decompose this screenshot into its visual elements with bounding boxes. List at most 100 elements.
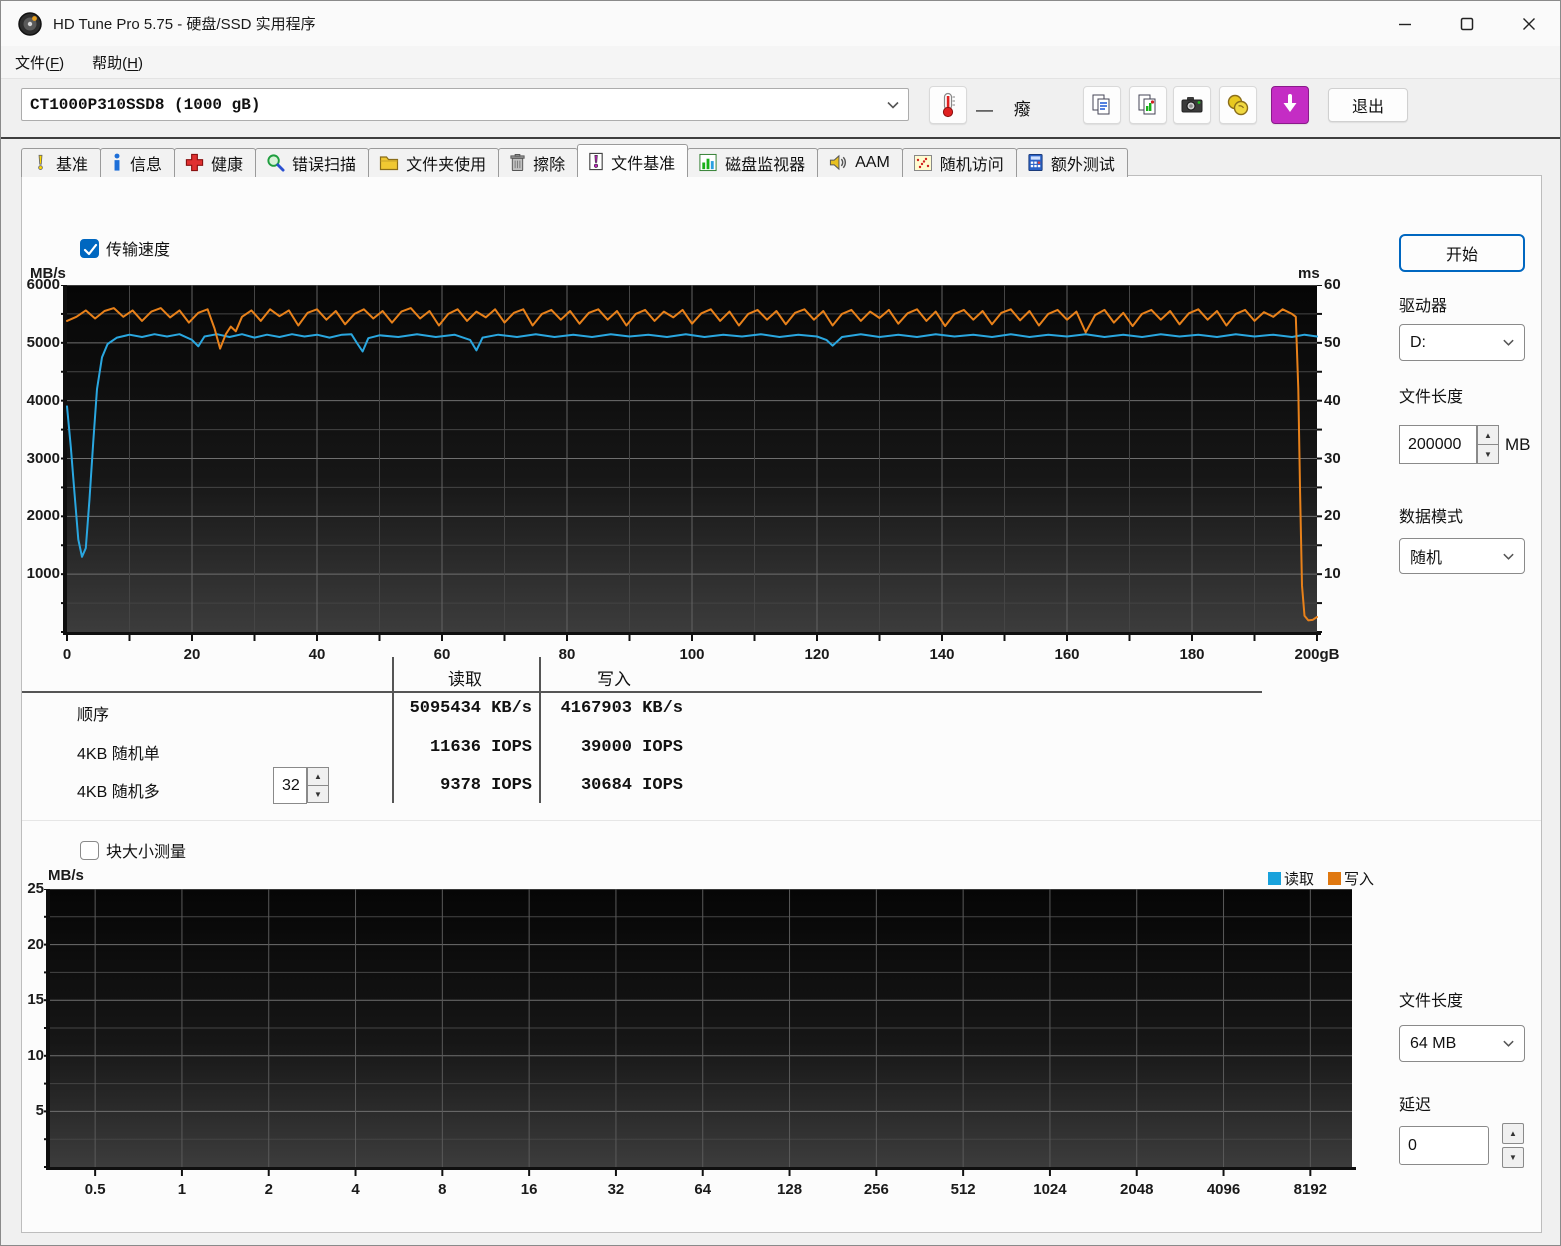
queue-depth-down-button[interactable]: ▼: [307, 785, 329, 803]
download-arrow-icon: [1283, 94, 1297, 112]
legend-write: 写入: [1327, 868, 1374, 889]
tick-label: 2048: [1120, 1181, 1154, 1198]
transfer-right-axis-unit: ms: [1298, 265, 1320, 282]
copy-image-button[interactable]: [1129, 86, 1167, 124]
file-length2-label: 文件长度: [1399, 993, 1464, 1010]
file-length-label: 文件长度: [1399, 389, 1464, 406]
folder-icon: [379, 155, 399, 170]
tick-label: 20: [27, 935, 44, 953]
tab-info[interactable]: 信息: [100, 148, 176, 177]
tab-benchmark[interactable]: 基准: [21, 148, 102, 177]
tab-erase[interactable]: 擦除: [498, 148, 579, 177]
start-button[interactable]: 开始: [1399, 234, 1525, 272]
thermometer-icon: [942, 92, 955, 118]
tick-label: 8192: [1293, 1181, 1328, 1198]
copy-text-icon: [1092, 94, 1110, 115]
magnifier-icon: [267, 154, 285, 172]
tab-extra-tests[interactable]: 额外测试: [1015, 148, 1128, 177]
tab-health[interactable]: 健康: [174, 148, 257, 177]
delay-down-button[interactable]: ▼: [1502, 1147, 1524, 1168]
tick-label: 40: [1324, 391, 1341, 409]
scatter-icon: [913, 154, 932, 171]
legend-read-swatch: [1267, 872, 1281, 885]
maximize-button[interactable]: [1436, 1, 1498, 46]
calculator-icon: [1028, 154, 1043, 171]
blocksize-y-axis-unit: MB/s: [48, 867, 84, 884]
tab-random-access[interactable]: 随机访问: [901, 148, 1017, 177]
results-write-header: 写入: [597, 670, 631, 689]
minimize-icon: [1399, 23, 1411, 25]
delay-input[interactable]: 0: [1399, 1126, 1489, 1165]
copy-image-icon: [1138, 94, 1156, 115]
screenshot-button[interactable]: [1173, 86, 1211, 124]
queue-depth-value: 32: [282, 776, 300, 794]
tick-label: 20: [1324, 507, 1341, 525]
trash-icon: [510, 153, 525, 171]
tick-label: 2: [264, 1181, 273, 1198]
row-4k-single-write: 39000 IOPS: [580, 738, 683, 757]
results-header-rule: [22, 691, 1262, 693]
file-length-stepper[interactable]: 200000 ▲ ▼: [1399, 425, 1499, 464]
health-cross-icon: [185, 153, 204, 172]
tab-file-benchmark[interactable]: 文件基准: [577, 144, 689, 177]
results-read-header: 读取: [448, 670, 482, 689]
file-length-down-button[interactable]: ▼: [1477, 444, 1499, 464]
file-length-unit: MB: [1505, 435, 1531, 454]
temperature-readout: — 癈: [976, 100, 1039, 119]
queue-depth-stepper[interactable]: 32 ▲ ▼: [273, 767, 329, 804]
tick-label: 1024: [1033, 1181, 1067, 1198]
drive-combobox[interactable]: CT1000P310SSD8 (1000 gB): [21, 88, 909, 121]
tick-label: 3000: [26, 449, 60, 467]
delay-up-button[interactable]: ▲: [1502, 1123, 1524, 1144]
results-button[interactable]: [1219, 86, 1257, 124]
block-size-checkbox[interactable]: 块大小测量: [80, 838, 186, 862]
bar-chart-icon: [699, 153, 717, 172]
tick-label: 4000: [26, 391, 60, 409]
tick-label: 5: [35, 1102, 44, 1120]
tick-label: 1: [177, 1181, 187, 1198]
tick-label: 0: [62, 646, 72, 663]
tick-label: 20: [183, 646, 201, 663]
title-bar: HD Tune Pro 5.75 - 硬盘/SSD 实用程序: [1, 1, 1560, 46]
copy-text-button[interactable]: [1083, 86, 1121, 124]
tick-label: 200gB: [1294, 646, 1340, 663]
queue-depth-up-button[interactable]: ▲: [307, 767, 329, 786]
tick-label: 60: [433, 646, 451, 663]
maximize-icon: [1460, 17, 1474, 30]
transfer-speed-checkbox[interactable]: 传输速度: [80, 236, 170, 260]
tick-label: 100: [679, 646, 705, 663]
menu-help[interactable]: 帮助(H): [78, 46, 157, 79]
tick-label: 25: [27, 880, 44, 897]
tick-label: 1000: [26, 565, 60, 583]
minimize-button[interactable]: [1374, 1, 1436, 46]
download-button[interactable]: [1271, 86, 1309, 124]
exit-button[interactable]: 退出: [1328, 88, 1408, 122]
tick-label: 15: [27, 991, 44, 1009]
tick-label: 8: [438, 1181, 447, 1198]
chevron-down-icon: [1503, 1040, 1514, 1047]
drive-label: 驱动器: [1399, 298, 1448, 315]
menu-file[interactable]: 文件(F): [1, 46, 78, 79]
close-button[interactable]: [1498, 1, 1560, 46]
tick-label: 512: [950, 1181, 976, 1198]
tick-label: 140: [929, 646, 955, 663]
row-4k-multi-write: 30684 IOPS: [580, 776, 683, 795]
tab-aam[interactable]: AAM: [817, 148, 903, 177]
delay-value: 0: [1408, 1136, 1417, 1154]
tick-label: 80: [558, 646, 576, 663]
delay-stepper: ▲ ▼: [1502, 1123, 1524, 1168]
tick-label: 4096: [1206, 1181, 1241, 1198]
tick-label: 120: [804, 646, 830, 663]
temperature-button[interactable]: [929, 86, 967, 124]
tab-folder-usage[interactable]: 文件夹使用: [368, 148, 500, 177]
legend-write-swatch: [1327, 872, 1341, 885]
drive-select[interactable]: D:: [1399, 324, 1525, 361]
file-length-up-button[interactable]: ▲: [1477, 425, 1499, 445]
menu-bar: 文件(F) 帮助(H): [1, 46, 1560, 79]
data-mode-select[interactable]: 随机: [1399, 538, 1525, 574]
tab-error-scan[interactable]: 错误扫描: [255, 148, 370, 177]
data-mode-label: 数据模式: [1399, 509, 1464, 526]
tab-disk-monitor[interactable]: 磁盘监视器: [687, 148, 819, 177]
legend-read: 读取: [1267, 868, 1314, 889]
file-length2-select[interactable]: 64 MB: [1399, 1025, 1525, 1062]
